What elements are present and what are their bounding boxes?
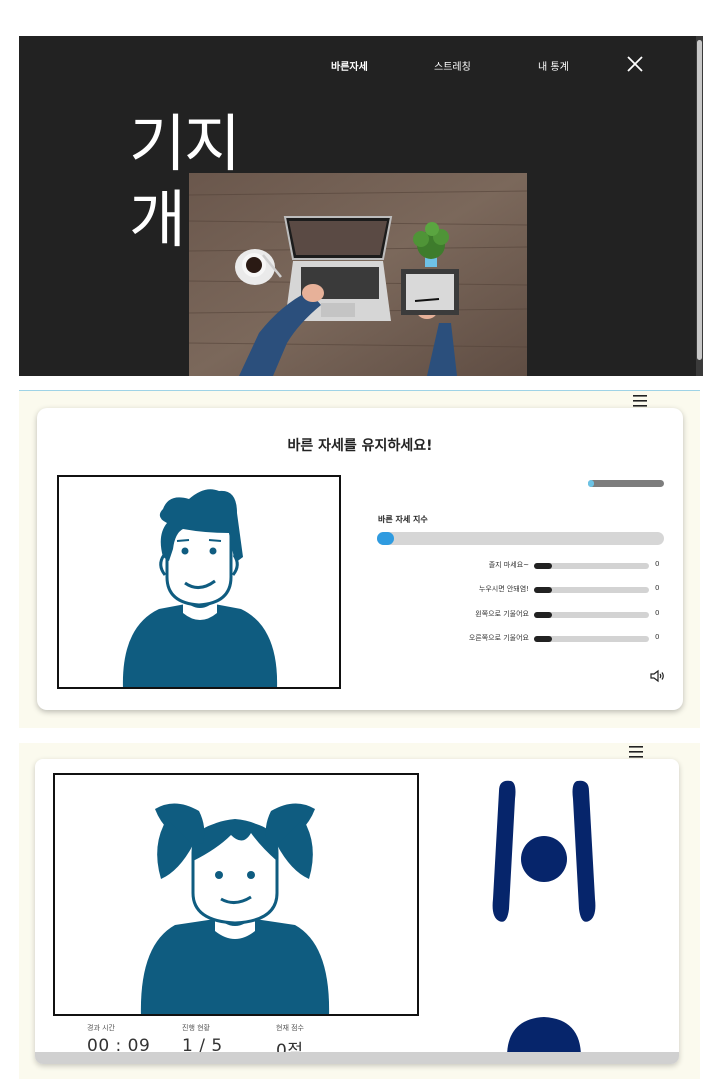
hero-section: 바른자세 스트레칭 내 통계 기지 개 [19,36,703,376]
boy-avatar [122,489,278,687]
stretch-pose-figure [492,780,596,1057]
metric-bar [534,587,649,593]
posture-title: 바른 자세를 유지하세요! [287,438,433,454]
metric-label: 졸지 마세요~ [488,561,529,569]
posture-index-fill [377,532,395,545]
metric-row: 왼쪽으로 기울어요 0 [377,609,667,621]
metric-row: 졸지 마세요~ 0 [377,560,667,572]
metric-row: 오른쪽으로 기울어요 0 [377,633,667,645]
metric-bar-fill [534,612,552,618]
camera-view [53,773,419,1016]
metric-label: 누우시면 안돼염! [478,585,529,593]
girl-avatar [140,803,330,1014]
progress-status-label: 진행 현황 [182,1024,210,1032]
metric-bar [534,612,649,618]
stretching-panel: 경과 시간 00 : 09 진행 현황 1 / 5 현재 점수 0점 [19,743,700,1079]
metric-bar [534,563,649,569]
nav-stretching[interactable]: 스트레칭 [434,58,471,73]
menu-icon[interactable] [628,745,644,759]
speaker-icon[interactable] [649,669,665,683]
posture-card: 바른 자세를 유지하세요! 바른 자세 지수 졸지 마세요~ 0 누우시면 안돼… [37,408,683,710]
camera-view [57,475,341,689]
metric-value: 0 [655,633,660,641]
scrollbar[interactable] [696,36,703,376]
posture-panel: 바른 자세를 유지하세요! 바른 자세 지수 졸지 마세요~ 0 누우시면 안돼… [19,390,700,728]
metric-bar-fill [534,587,552,593]
metric-value: 0 [655,609,660,617]
scrollbar-thumb[interactable] [697,40,702,360]
elapsed-time-label: 경과 시간 [87,1024,115,1032]
session-progress-fill [588,480,594,487]
metric-row: 누우시면 안돼염! 0 [377,584,667,596]
menu-icon[interactable] [632,394,648,408]
metric-value: 0 [655,560,660,568]
hero-title-line1: 기지 [129,107,241,180]
card-footer [35,1052,679,1064]
metric-label: 오른쪽으로 기울어요 [468,634,529,642]
nav-my-stats[interactable]: 내 통계 [538,58,569,73]
session-progress-bar [588,480,664,487]
metric-bar-fill [534,636,552,642]
metric-value: 0 [655,584,660,592]
metric-bar-fill [534,563,552,569]
close-icon[interactable] [625,54,645,74]
posture-index-label: 바른 자세 지수 [378,515,428,524]
nav-posture[interactable]: 바른자세 [331,58,368,73]
metric-bar [534,636,649,642]
current-score-label: 현재 점수 [276,1024,304,1032]
posture-index-bar [377,532,664,545]
desk-photo [189,173,527,376]
metric-label: 왼쪽으로 기울어요 [475,610,529,618]
stretching-card: 경과 시간 00 : 09 진행 현황 1 / 5 현재 점수 0점 [35,759,679,1064]
